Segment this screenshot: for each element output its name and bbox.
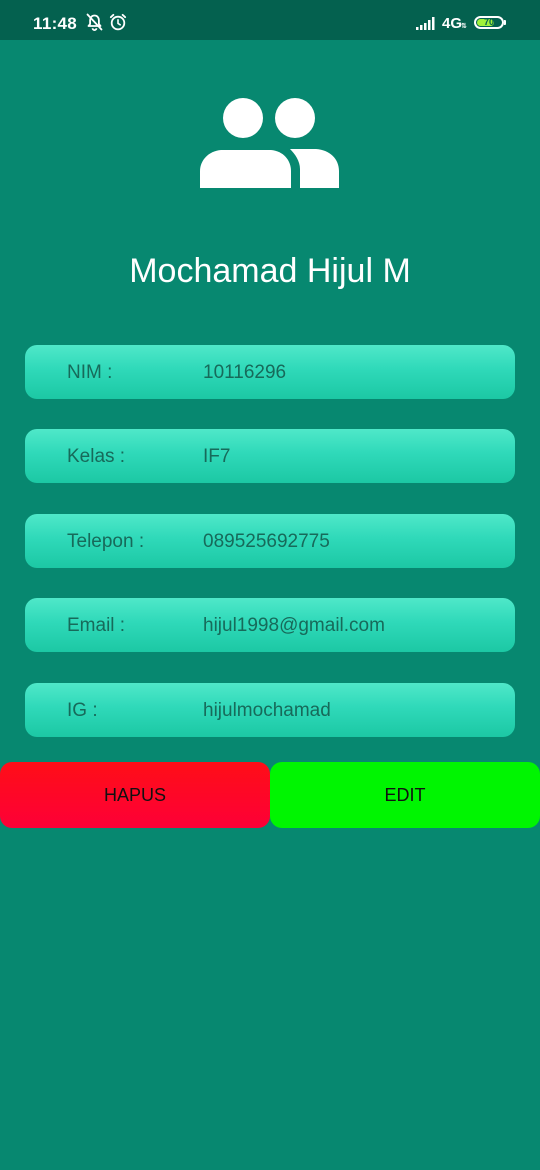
info-label: Email : (67, 615, 126, 636)
info-label: Telepon : (67, 531, 145, 552)
status-bar: 11:48 4G ⇅ 70 (0, 0, 540, 40)
info-card-ig: IG : hijulmochamad (25, 683, 515, 737)
people-icon (200, 98, 339, 188)
signal-icon (416, 17, 435, 30)
info-value: hijulmochamad (203, 700, 331, 721)
info-value: 10116296 (203, 362, 287, 383)
network-type: 4G (442, 15, 463, 32)
delete-button[interactable]: HAPUS (0, 762, 270, 828)
data-activity-icon: ⇅ (461, 23, 467, 30)
edit-button[interactable]: EDIT (270, 762, 540, 828)
notifications-off-icon (86, 13, 103, 31)
info-card-email: Email : hijul1998@gmail.com (25, 598, 515, 652)
info-label: NIM : (67, 362, 113, 383)
info-value: 089525692775 (203, 531, 330, 552)
battery-tip (504, 20, 506, 25)
info-card-kelas: Kelas : IF7 (25, 429, 515, 483)
alarm-icon (109, 13, 127, 31)
status-time: 11:48 (33, 14, 78, 33)
info-label: Kelas : (67, 446, 126, 467)
info-value: hijul1998@gmail.com (203, 615, 385, 636)
info-card-nim: NIM : 10116296 (25, 345, 515, 399)
battery-icon: 70 (474, 16, 504, 29)
info-value: IF7 (203, 446, 231, 467)
status-indicators: 4G ⇅ 70 (416, 13, 508, 35)
profile-detail-screen: 11:48 4G ⇅ 70 Mochamad Hijul M NIM: 101… (0, 0, 540, 1170)
info-label: IG : (67, 700, 98, 721)
battery-level: 70 (483, 17, 494, 27)
profile-name: Mochamad Hijul M (129, 252, 411, 290)
info-card-telepon: Telepon : 089525692775 (25, 514, 515, 568)
